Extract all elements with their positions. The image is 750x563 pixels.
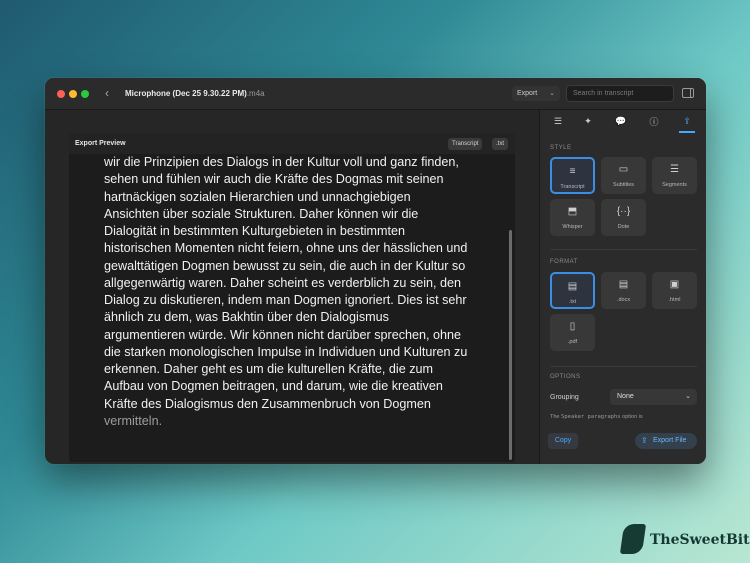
close-window-button[interactable] xyxy=(57,90,65,98)
segments-icon: ☰ xyxy=(670,164,679,175)
app-window: ‹ Microphone (Dec 25 9.30.22 PM).m4a Exp… xyxy=(45,78,706,464)
list-icon: ☰ xyxy=(553,116,563,126)
format-section-label: FORMAT xyxy=(550,259,578,265)
tile-txt[interactable]: ▤ .txt xyxy=(550,272,595,309)
preview-line: erkennen. Daher geht es um die kulturell… xyxy=(104,362,434,376)
style-section-label: STYLE xyxy=(550,145,572,151)
tile-label: Whisper xyxy=(562,224,583,230)
preview-line: gewalttätigen Dogmen bewusst zu sein, di… xyxy=(104,258,466,273)
share-icon: ⇪ xyxy=(683,116,691,126)
tile-label: .docx xyxy=(616,297,631,303)
preview-header: Export Preview Transcript .txt xyxy=(69,134,515,154)
divider xyxy=(550,249,697,250)
preview-format-chip: .txt xyxy=(492,138,509,150)
tile-subtitles[interactable]: ▭ Subtitles xyxy=(601,157,646,194)
share-icon: ⇪ xyxy=(641,436,648,445)
preview-line: Kräfte des Dialogismus den Zusammenbruch… xyxy=(104,396,431,411)
brand-logo-icon xyxy=(619,524,647,554)
tile-label: .pdf xyxy=(567,339,578,345)
preview-line: ähnlich zu dem, was Bakhtin über den Dia… xyxy=(104,310,389,325)
preview-line: die starken monologischen Impulse in Ind… xyxy=(104,344,468,359)
minimize-window-button[interactable] xyxy=(69,90,77,98)
tile-label: .txt xyxy=(568,299,577,305)
chevron-down-icon: ⌄ xyxy=(685,393,691,400)
tile-label: .html xyxy=(668,297,681,303)
back-chevron-icon[interactable]: ‹ xyxy=(105,86,109,100)
export-file-button[interactable]: ⇪ Export File xyxy=(635,433,697,449)
docx-file-icon: ▤ xyxy=(618,279,629,290)
txt-file-icon: ▤ xyxy=(567,281,578,292)
scrollbar-thumb[interactable] xyxy=(509,230,512,460)
tile-segments[interactable]: ☰ Segments xyxy=(652,157,697,194)
preview-style-chip: Transcript xyxy=(448,138,483,150)
tile-dote[interactable]: {··} Dote xyxy=(601,199,646,236)
preview-scrollbar[interactable] xyxy=(509,156,513,460)
html-file-icon: ▣ xyxy=(669,279,680,290)
pdf-file-icon: ▯ xyxy=(569,321,576,332)
tile-html[interactable]: ▣ .html xyxy=(652,272,697,309)
preview-line: wir die Prinzipien des Dialogs in der Ku… xyxy=(104,155,459,169)
panel-tabs: ☰ ✦ 💬 ⓘ ⇪ xyxy=(540,110,706,133)
transcript-icon: ≡ xyxy=(569,166,576,177)
export-dropdown[interactable]: Export ⌄ xyxy=(512,86,560,101)
tile-label: Subtitles xyxy=(612,182,635,188)
tab-translate[interactable]: 💬 xyxy=(607,110,635,133)
preview-line: vermitteln. xyxy=(104,413,163,428)
chevron-down-icon: ⌄ xyxy=(549,90,555,97)
tile-whisper[interactable]: ⬒ Whisper xyxy=(550,199,595,236)
tab-info[interactable]: ⓘ xyxy=(640,110,668,133)
preview-line: hartnäckigen sozialen Hierarchien und un… xyxy=(104,189,411,204)
copy-button[interactable]: Copy xyxy=(548,433,578,449)
grouping-select[interactable]: None ⌄ xyxy=(610,389,697,405)
divider xyxy=(550,366,697,367)
dote-icon: {··} xyxy=(616,206,631,217)
tile-label: Transcript xyxy=(560,184,585,190)
export-preview-panel: Export Preview Transcript .txt wir die P… xyxy=(69,134,515,462)
tile-pdf[interactable]: ▯ .pdf xyxy=(550,314,595,351)
grouping-label: Grouping xyxy=(550,394,579,401)
preview-line: Dialogität in bestimmten Kulturgebieten … xyxy=(104,224,406,238)
tab-ai[interactable]: ✦ xyxy=(574,110,602,133)
tab-transcript-settings[interactable]: ☰ xyxy=(544,110,572,133)
preview-line: Dialog zu diskutieren, indem man Dogmen … xyxy=(104,293,467,307)
tile-label: Dote xyxy=(617,224,630,230)
tile-docx[interactable]: ▤ .docx xyxy=(601,272,646,309)
preview-line: allgegenwärtig waren. Daher scheint es v… xyxy=(104,275,462,290)
title-bar: ‹ Microphone (Dec 25 9.30.22 PM).m4a Exp… xyxy=(45,78,706,110)
subtitles-icon: ▭ xyxy=(618,164,629,175)
sparkles-icon: ✦ xyxy=(584,116,592,126)
transcript-search-input[interactable]: Search in transcript xyxy=(566,85,674,102)
speech-bubbles-icon: 💬 xyxy=(615,116,627,126)
preview-line: argumentieren würde. Wir können nicht da… xyxy=(104,327,462,342)
zoom-window-button[interactable] xyxy=(81,90,89,98)
tab-export[interactable]: ⇪ xyxy=(673,110,701,133)
preview-text: wir die Prinzipien des Dialogs in der Ku… xyxy=(104,154,484,454)
sidebar-toggle-icon[interactable] xyxy=(682,88,694,98)
brand-name: TheSweetBits xyxy=(650,532,750,548)
tile-label: Segments xyxy=(662,182,687,188)
options-section-label: OPTIONS xyxy=(550,374,581,380)
export-settings-panel: ☰ ✦ 💬 ⓘ ⇪ STYLE ≡ Transcript ▭ Subtitles ☰ Segmen… xyxy=(539,110,706,464)
preview-line: Ansichten über soziale Strukturen. Daher… xyxy=(104,206,419,221)
tile-transcript[interactable]: ≡ Transcript xyxy=(550,157,595,194)
preview-line: historischen Momenten nicht feiern, ohne… xyxy=(104,241,468,256)
preview-line: sehen und fühlen wir auch die Kräfte des… xyxy=(104,172,444,187)
option-note: The Speaker paragraphs option is xyxy=(550,414,643,420)
preview-line: Aufbau von Dogmen beitragen, und darum, … xyxy=(104,379,443,394)
info-icon: ⓘ xyxy=(649,117,659,127)
whisper-icon: ⬒ xyxy=(567,206,578,217)
preview-title: Export Preview xyxy=(75,140,126,147)
window-title: Microphone (Dec 25 9.30.22 PM).m4a xyxy=(125,89,265,98)
